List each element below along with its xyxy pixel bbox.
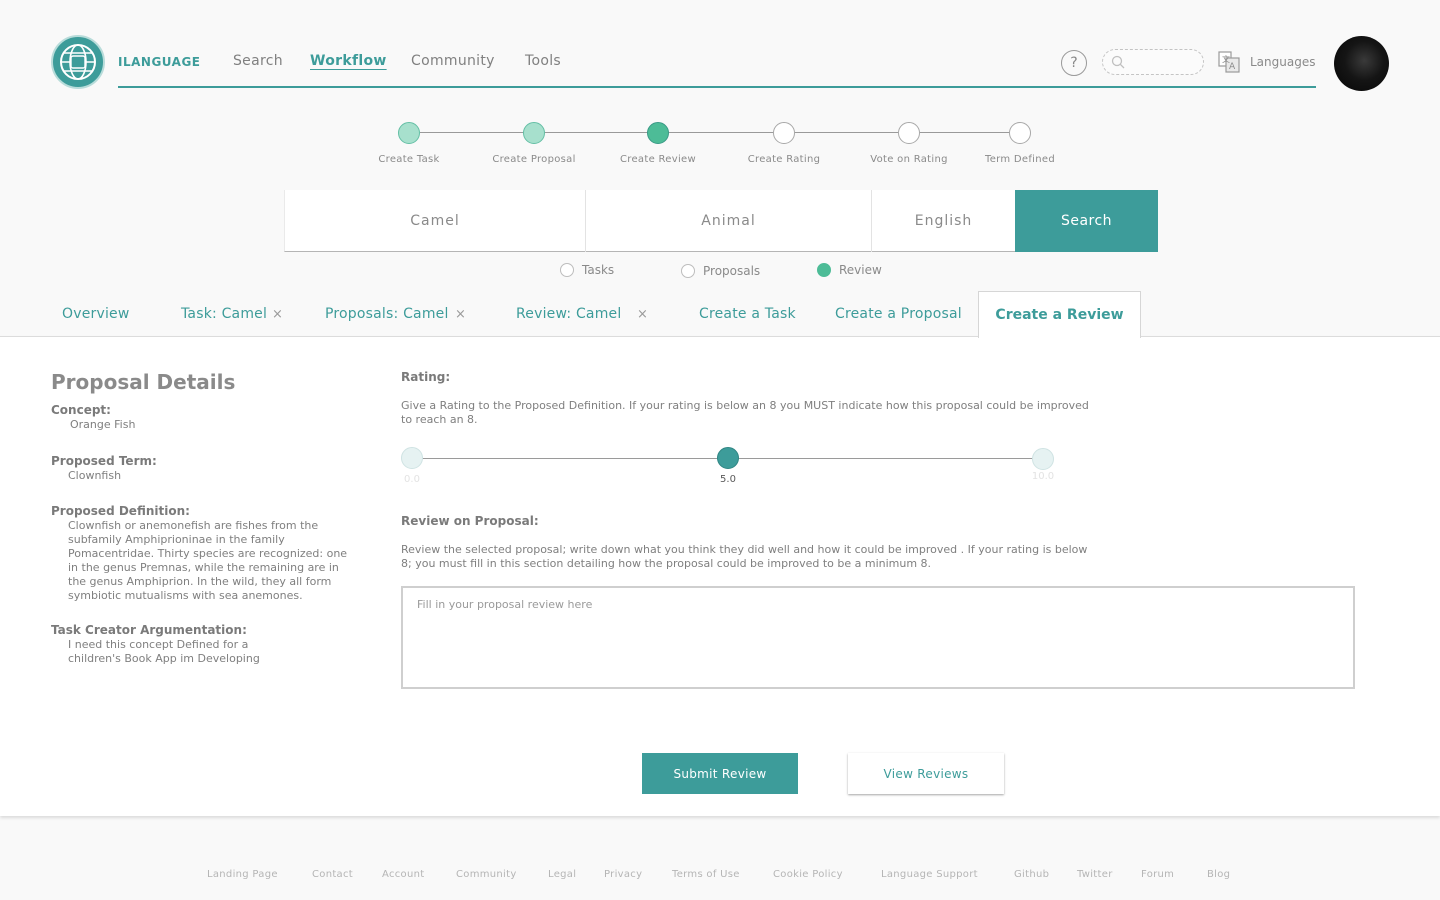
radio-label: Review (839, 263, 882, 277)
radio-label: Tasks (582, 263, 615, 277)
footer-link-terms[interactable]: Terms of Use (672, 869, 740, 880)
tab-create-proposal[interactable]: Create a Proposal (835, 306, 962, 322)
review-label: Review on Proposal: (401, 514, 539, 528)
brand-name[interactable]: ILANGUAGE (118, 55, 201, 69)
step-label: Create Review (620, 154, 696, 165)
step-vote-on-rating[interactable] (898, 122, 920, 144)
radio-circle (560, 263, 574, 277)
radio-circle (817, 263, 831, 277)
slider-min-stop (401, 447, 423, 469)
argumentation-label: Task Creator Argumentation: (51, 623, 247, 637)
proposed-term-value: Clownfish (68, 469, 122, 482)
step-create-task[interactable] (398, 122, 420, 144)
review-textarea[interactable]: Fill in your proposal review here (401, 586, 1355, 689)
help-icon[interactable]: ? (1061, 50, 1087, 76)
category-input[interactable]: Animal (586, 190, 872, 252)
footer-link-cookie-policy[interactable]: Cookie Policy (773, 869, 843, 880)
tab-create-task[interactable]: Create a Task (699, 306, 796, 322)
slider-max-label: 10.0 (1031, 471, 1055, 482)
search-icon (1111, 55, 1125, 69)
search-button[interactable]: Search (1015, 190, 1158, 252)
term-input[interactable]: Camel (285, 190, 586, 252)
stepper-line (420, 132, 1020, 133)
radio-circle (681, 264, 695, 278)
tab-proposals-camel[interactable]: Proposals: Camel (325, 306, 449, 322)
review-instructions: Review the selected proposal; write down… (401, 543, 1088, 570)
nav-community[interactable]: Community (411, 53, 495, 69)
step-label: Term Defined (984, 154, 1056, 165)
footer-link-legal[interactable]: Legal (548, 869, 576, 880)
step-create-proposal[interactable] (523, 122, 545, 144)
main-search-bar: Camel Animal English Search (284, 190, 1158, 252)
header-divider (118, 86, 1316, 88)
avatar[interactable] (1334, 36, 1389, 91)
rating-instructions: Give a Rating to the Proposed Definition… (401, 399, 1089, 426)
globe-icon (60, 44, 96, 80)
argumentation-value: I need this concept Defined for a childr… (68, 638, 260, 665)
footer-link-language-support[interactable]: Language Support (881, 869, 978, 880)
close-icon[interactable]: × (637, 307, 648, 322)
proposed-definition-label: Proposed Definition: (51, 504, 190, 518)
radio-label: Proposals (703, 264, 761, 278)
filter-review-radio[interactable]: Review (817, 263, 882, 277)
footer-link-community[interactable]: Community (456, 869, 517, 880)
translate-icon[interactable]: 文 A (1218, 51, 1240, 77)
proposal-details-title: Proposal Details (51, 370, 236, 394)
slider-value-label: 5.0 (720, 474, 736, 485)
nav-tools[interactable]: Tools (525, 53, 561, 69)
proposed-term-label: Proposed Term: (51, 454, 157, 468)
footer-link-landing-page[interactable]: Landing Page (207, 869, 278, 880)
slider-max-stop (1032, 448, 1054, 470)
languages-menu[interactable]: Languages (1250, 55, 1315, 69)
nav-workflow[interactable]: Workflow (310, 53, 387, 69)
footer-link-twitter[interactable]: Twitter (1077, 869, 1113, 880)
step-create-review[interactable] (647, 122, 669, 144)
step-term-defined[interactable] (1009, 122, 1031, 144)
logo-globe-icon[interactable] (51, 35, 105, 89)
step-label: Vote on Rating (870, 154, 948, 165)
rating-label: Rating: (401, 370, 451, 384)
footer-link-account[interactable]: Account (382, 869, 424, 880)
step-label: Create Rating (747, 154, 821, 165)
rating-slider-handle[interactable] (717, 447, 739, 469)
view-reviews-button[interactable]: View Reviews (848, 753, 1004, 794)
tab-task-camel[interactable]: Task: Camel (181, 306, 267, 322)
filter-tasks-radio[interactable]: Tasks (560, 263, 614, 277)
language-select[interactable]: English (872, 190, 1015, 252)
nav-search[interactable]: Search (233, 53, 283, 69)
close-icon[interactable]: × (272, 307, 283, 322)
close-icon[interactable]: × (455, 307, 466, 322)
proposed-definition-value: Clownfish or anemonefish are fishes from… (68, 519, 348, 602)
tab-create-review[interactable]: Create a Review (978, 291, 1141, 338)
footer-link-contact[interactable]: Contact (312, 869, 353, 880)
submit-review-button[interactable]: Submit Review (642, 753, 798, 794)
step-label: Create Proposal (492, 154, 576, 165)
tab-overview[interactable]: Overview (62, 306, 130, 322)
footer-link-blog[interactable]: Blog (1207, 869, 1230, 880)
footer-link-forum[interactable]: Forum (1141, 869, 1174, 880)
tab-review-camel[interactable]: Review: Camel (516, 306, 621, 322)
step-create-rating[interactable] (773, 122, 795, 144)
footer-link-privacy[interactable]: Privacy (604, 869, 642, 880)
svg-text:A: A (1229, 62, 1236, 72)
concept-value: Orange Fish (70, 418, 136, 431)
concept-label: Concept: (51, 403, 111, 417)
filter-proposals-radio[interactable]: Proposals (681, 264, 760, 278)
footer-link-github[interactable]: Github (1014, 869, 1049, 880)
header-search-input[interactable] (1102, 49, 1204, 75)
slider-min-label: 0.0 (404, 474, 420, 485)
step-label: Create Task (378, 154, 440, 165)
